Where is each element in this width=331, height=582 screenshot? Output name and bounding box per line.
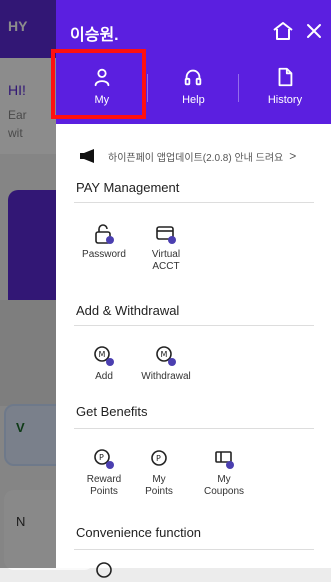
close-button[interactable]: [302, 19, 326, 43]
withdraw-coin-icon: M: [156, 346, 176, 366]
svg-text:P: P: [156, 454, 161, 463]
lock-icon: [95, 224, 114, 244]
menu-item-my-points[interactable]: P My Points: [131, 447, 187, 498]
menu-item-virtual-acct-label: Virtual ACCT: [151, 249, 181, 272]
coupon-icon: [215, 451, 234, 469]
selection-highlight: [51, 49, 146, 119]
card-icon: [156, 226, 176, 244]
svg-text:M: M: [99, 350, 106, 359]
divider: [74, 325, 314, 326]
reward-points-icon: P: [94, 449, 114, 469]
menu-item-add-label: Add: [95, 371, 113, 382]
svg-text:P: P: [99, 453, 104, 462]
section-title-convenience: Convenience function: [76, 525, 202, 540]
drawer-header: 이승원. My Help History: [51, 0, 331, 124]
notice-bar[interactable]: 하이픈페이 앱업데이트(2.0.8) 안내 드려요 >: [68, 145, 328, 167]
menu-item-convenience-first[interactable]: [76, 558, 132, 582]
section-title-get-benefits: Get Benefits: [76, 404, 148, 419]
headset-icon: [185, 69, 202, 86]
side-drawer: 이승원. My Help History 하이픈페이 앱업데이트(2.0.8) …: [51, 0, 331, 578]
tab-help-label: Help: [182, 94, 205, 106]
tab-my[interactable]: My: [51, 49, 148, 122]
menu-item-withdrawal[interactable]: M Withdrawal: [138, 344, 194, 383]
clock-icon: [96, 562, 112, 578]
user-name: 이승원.: [70, 27, 119, 44]
menu-item-password-label: Password: [82, 249, 126, 260]
svg-text:M: M: [161, 350, 168, 359]
menu-item-my-coupons-label: My Coupons: [203, 474, 245, 497]
section-title-add-withdrawal: Add & Withdrawal: [76, 303, 180, 318]
points-icon: P: [151, 450, 167, 466]
menu-item-withdrawal-label: Withdrawal: [141, 371, 191, 382]
add-coin-icon: M: [94, 346, 114, 366]
chevron-right-icon: >: [289, 149, 297, 163]
divider: [74, 428, 314, 429]
tab-history-label: History: [267, 94, 303, 106]
notice-text: 하이픈페이 앱업데이트(2.0.8) 안내 드려요: [108, 152, 284, 164]
document-icon: [278, 67, 293, 87]
menu-item-my-coupons[interactable]: My Coupons: [196, 447, 252, 498]
section-title-pay-management: PAY Management: [76, 180, 180, 195]
menu-item-add[interactable]: M Add: [76, 344, 132, 383]
menu-item-reward-points-label: Reward Points: [86, 474, 122, 497]
divider: [74, 549, 314, 550]
close-icon: [307, 24, 321, 38]
menu-item-my-points-label: My Points: [145, 474, 173, 497]
home-icon: [273, 22, 293, 40]
home-button[interactable]: [271, 19, 295, 43]
tab-help[interactable]: Help: [148, 54, 240, 122]
menu-item-virtual-acct[interactable]: Virtual ACCT: [138, 222, 194, 273]
tab-history[interactable]: History: [239, 54, 331, 122]
menu-item-password[interactable]: Password: [76, 222, 132, 261]
drawer-tabs: My Help History: [51, 49, 331, 122]
divider: [74, 202, 314, 203]
megaphone-icon: [80, 149, 94, 163]
menu-item-reward-points[interactable]: P Reward Points: [76, 447, 132, 498]
